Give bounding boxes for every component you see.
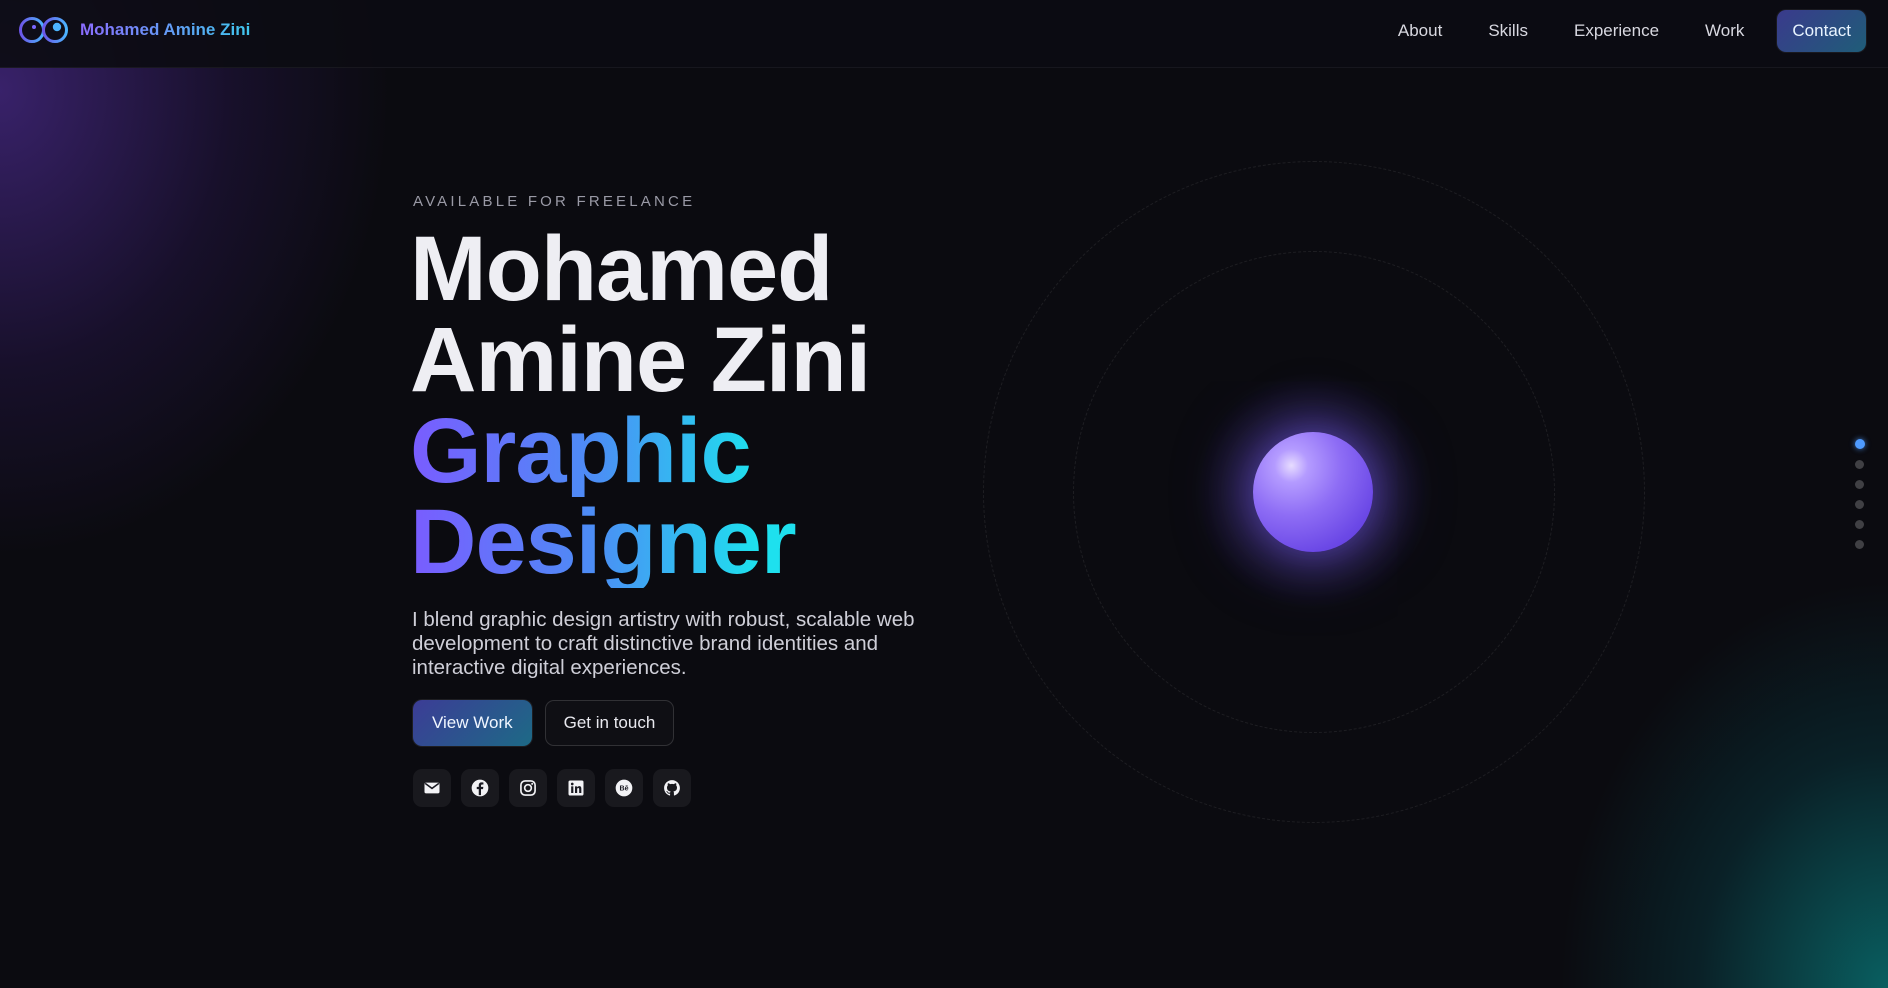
section-dot[interactable] <box>1855 540 1864 549</box>
instagram-icon[interactable] <box>509 769 547 807</box>
section-dot[interactable] <box>1855 460 1864 469</box>
nav-link-about[interactable]: About <box>1375 11 1465 51</box>
github-icon[interactable] <box>653 769 691 807</box>
top-navbar: Mohamed Amine Zini About Skills Experien… <box>0 0 1888 68</box>
get-in-touch-button[interactable]: Get in touch <box>544 700 675 746</box>
section-dot[interactable] <box>1855 520 1864 529</box>
section-dot[interactable] <box>1855 480 1864 489</box>
availability-label: AVAILABLE FOR FREELANCE <box>413 193 696 210</box>
linkedin-icon[interactable] <box>557 769 595 807</box>
logo-icon <box>19 17 68 43</box>
contact-button[interactable]: Contact <box>1777 10 1866 52</box>
nav-link-experience[interactable]: Experience <box>1551 11 1682 51</box>
brand-name: Mohamed Amine Zini <box>80 20 251 39</box>
section-dot[interactable] <box>1855 439 1865 449</box>
role-line-2: Designer <box>410 496 870 588</box>
name-line-1: Mohamed <box>410 218 833 320</box>
cta-row: View Work Get in touch <box>413 700 675 746</box>
section-dot[interactable] <box>1855 500 1864 509</box>
nav-links: About Skills Experience Work Contact <box>1375 10 1866 52</box>
hero-description: I blend graphic design artistry with rob… <box>412 608 915 679</box>
hero-page: Mohamed Amine Zini About Skills Experien… <box>0 0 1888 988</box>
brand[interactable]: Mohamed Amine Zini <box>18 14 250 46</box>
social-links: Bē <box>413 769 691 807</box>
mail-icon[interactable] <box>413 769 451 807</box>
nav-link-work[interactable]: Work <box>1682 11 1767 51</box>
name-line-2: Amine Zini <box>410 309 871 411</box>
view-work-button[interactable]: View Work <box>413 700 532 746</box>
role-line-1: Graphic <box>410 405 870 497</box>
behance-icon[interactable]: Bē <box>605 769 643 807</box>
svg-text:Bē: Bē <box>619 785 628 793</box>
facebook-icon[interactable] <box>461 769 499 807</box>
glowing-orb <box>1253 432 1373 552</box>
section-indicator <box>1855 439 1865 549</box>
hero-headline: Mohamed Amine Zini Graphic Designer <box>410 218 871 588</box>
nav-link-skills[interactable]: Skills <box>1465 11 1551 51</box>
